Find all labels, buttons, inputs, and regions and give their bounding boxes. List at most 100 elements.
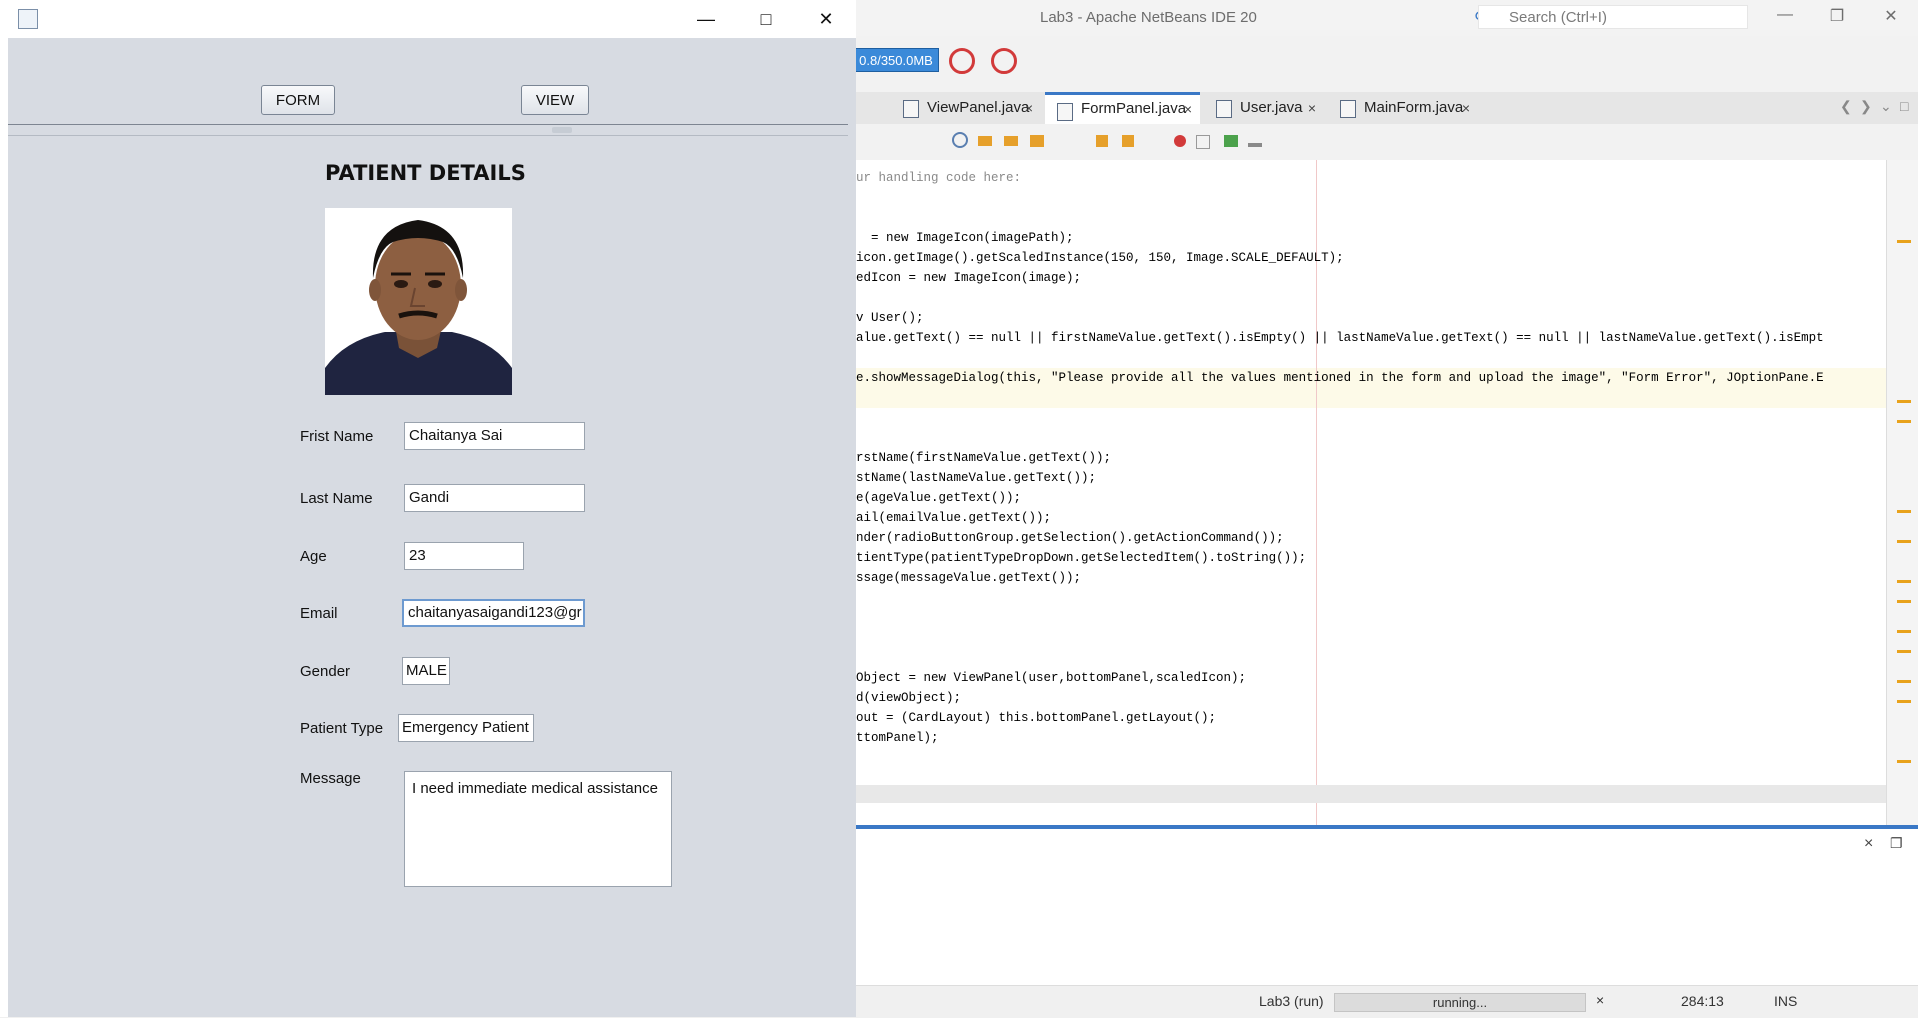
app-titlebar: — □ ✕ [0,0,856,39]
stripe-mark [1897,650,1911,653]
close-icon[interactable]: × [1308,92,1316,124]
insert-mode: INS [1774,993,1798,1009]
error-stripe [1886,160,1918,825]
bookmark-next-icon[interactable] [1122,135,1134,147]
java-file-icon [1340,100,1356,118]
close-icon[interactable]: × [1864,835,1873,853]
close-icon[interactable]: × [1025,92,1033,124]
code-editor[interactable]: ur handling code here: = new ImageIcon(i… [856,160,1886,825]
ide-close-button[interactable]: ✕ [1876,6,1906,26]
age-field[interactable]: 23 [404,542,524,570]
tab-user[interactable]: User.java × [1204,92,1324,124]
output-panel[interactable]: × ❐ [856,825,1918,989]
run-progress-bar: running... [1334,993,1586,1012]
profile-project-icon[interactable] [991,48,1017,74]
patient-type-label: Patient Type [300,720,384,737]
patient-type-field[interactable]: Emergency Patient [398,714,534,742]
ide-restore-button[interactable]: ❐ [1822,6,1852,26]
email-label: Email [300,605,338,622]
stripe-mark [1897,510,1911,513]
stripe-mark [1897,600,1911,603]
record-macro-icon[interactable] [1174,135,1186,147]
ide-minimize-button[interactable]: — [1770,6,1800,24]
code-line: ail(emailValue.getText()); [856,511,1052,525]
gender-label: Gender [300,663,351,680]
editor-horizontal-scrollbar[interactable] [856,785,1886,803]
app-minimize-button[interactable]: — [683,6,729,32]
stripe-mark [1897,760,1911,763]
code-line: v User(); [856,311,924,325]
page-title: PATIENT DETAILS [325,161,526,185]
find-icon[interactable] [952,132,968,148]
patient-app-window: — □ ✕ FORM VIEW PATIENT DETAILS Frist Na… [0,0,856,1017]
split-handle[interactable] [552,127,572,133]
stripe-mark [1897,420,1911,423]
message-label: Message [300,770,361,787]
restore-icon[interactable]: ❐ [1890,835,1903,852]
code-line: rstName(firstNameValue.getText()); [856,451,1112,465]
code-line: e(ageValue.getText()); [856,491,1022,505]
tab-formpanel[interactable]: FormPanel.java × [1045,92,1200,124]
patient-photo [325,208,512,395]
stripe-mark [1897,240,1911,243]
code-line: e.showMessageDialog(this, "Please provid… [856,371,1824,385]
code-line: d(viewObject); [856,691,962,705]
stop-macro-icon[interactable] [1196,135,1210,149]
java-file-icon [1216,100,1232,118]
patient-portrait-image [325,208,512,395]
stripe-mark [1897,700,1911,703]
app-close-button[interactable]: ✕ [803,6,849,32]
app-maximize-button[interactable]: □ [743,6,789,32]
stripe-mark [1897,630,1911,633]
chevron-right-icon[interactable]: ❯ [1860,98,1872,115]
progress-text: running... [1432,995,1488,1010]
toggle-highlight-icon[interactable] [1030,135,1044,147]
code-line: out = (CardLayout) this.bottomPanel.getL… [856,711,1217,725]
code-line: alue.getText() == null || firstNameValue… [856,331,1824,345]
chevron-left-icon[interactable]: ❮ [1840,98,1852,115]
first-name-label: Frist Name [300,428,374,445]
tab-viewpanel[interactable]: ViewPanel.java × [891,92,1041,124]
view-button[interactable]: VIEW [521,85,589,115]
maximize-icon[interactable]: □ [1900,98,1908,114]
tab-label: User.java [1240,99,1303,116]
code-line: nder(radioButtonGroup.getSelection().get… [856,531,1284,545]
java-file-icon [1057,103,1073,121]
code-line: ttomPanel); [856,731,939,745]
code-line: edIcon = new ImageIcon(image); [856,271,1082,285]
tab-mainform[interactable]: MainForm.java × [1328,92,1478,124]
ide-search-input[interactable]: Search (Ctrl+I) [1478,5,1748,29]
code-line: Object = new ViewPanel(user,bottomPanel,… [856,671,1247,685]
ide-title: Lab3 - Apache NetBeans IDE 20 [1040,9,1257,26]
status-bar: Lab3 (run) running... × 284:13 INS [856,985,1918,1018]
first-name-field[interactable]: Chaitanya Sai [404,422,585,450]
close-icon[interactable]: × [1596,992,1604,1008]
email-field[interactable]: chaitanyasaigandi123@gr [402,599,585,627]
split-divider[interactable] [8,124,848,125]
uncomment-icon[interactable] [1248,143,1262,147]
last-name-label: Last Name [300,490,373,507]
comment-icon[interactable] [1224,135,1238,147]
stripe-mark [1897,580,1911,583]
java-app-icon [18,9,38,29]
gender-field[interactable]: MALE [402,657,450,685]
stripe-mark [1897,680,1911,683]
profile-icon[interactable] [949,48,975,74]
code-line: = new ImageIcon(imagePath); [856,231,1074,245]
age-label: Age [300,548,327,565]
last-name-field[interactable]: Gandi [404,484,585,512]
message-textarea[interactable]: I need immediate medical assistance [404,771,672,887]
tab-label: ViewPanel.java [927,99,1030,116]
stripe-mark [1897,400,1911,403]
close-icon[interactable]: × [1462,92,1470,124]
find-previous-icon[interactable] [978,136,992,146]
find-next-icon[interactable] [1004,136,1018,146]
tab-label: MainForm.java [1364,99,1464,116]
status-project[interactable]: Lab3 (run) [1259,993,1324,1009]
bookmark-previous-icon[interactable] [1096,135,1108,147]
chevron-down-icon[interactable]: ⌄ [1880,98,1892,115]
close-icon[interactable]: × [1184,95,1192,123]
memory-indicator[interactable]: 0.8/350.0MB [853,48,939,72]
editor-tab-bar: ViewPanel.java × FormPanel.java × User.j… [856,92,1918,125]
form-button[interactable]: FORM [261,85,335,115]
